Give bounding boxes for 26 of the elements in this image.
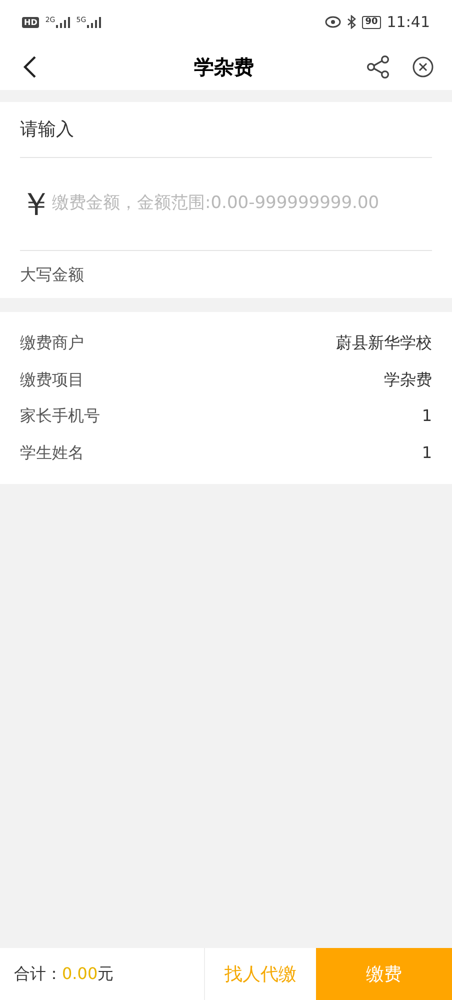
battery-icon: 90 [362,16,381,28]
detail-value: 学杂费 [384,368,432,391]
clock: 11:41 [386,12,430,33]
close-button[interactable] [412,56,434,78]
page-title: 学杂费 [194,54,254,81]
signal-icon [87,16,102,28]
share-button[interactable] [366,55,390,79]
pay-button[interactable]: 缴费 [316,948,452,1000]
currency-symbol: ￥ [20,184,52,225]
uppercase-amount-label: 大写金额 [20,264,84,286]
hd-badge: HD [22,16,40,28]
eye-icon [325,16,342,28]
detail-label: 学生姓名 [20,442,84,464]
detail-label: 家长手机号 [20,405,100,428]
detail-value: 1 [422,405,432,428]
signal-icon [56,16,70,28]
currency-unit: 元 [98,963,114,985]
bluetooth-icon [347,15,356,29]
detail-label: 缴费商户 [20,332,84,354]
section-title: 请输入 [20,118,74,142]
amount-field[interactable]: 缴费金额，金额范围:0.00-999999999.00 [52,191,432,217]
detail-value: 1 [422,442,432,464]
total-label: 合计： [14,963,62,985]
detail-value: 蔚县新华学校 [336,332,432,354]
detail-label: 缴费项目 [20,368,84,391]
total-amount: 0.00 [62,963,98,985]
